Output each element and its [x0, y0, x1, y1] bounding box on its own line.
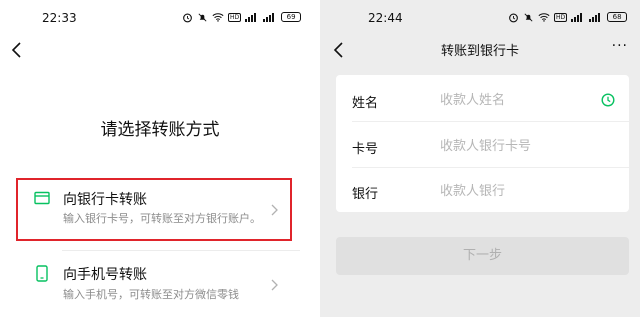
signal-icon	[245, 11, 259, 23]
page-title: 转账到银行卡	[440, 44, 519, 59]
alarm-icon	[182, 11, 193, 23]
option-description: 输入手机号，可转账至对方微信零钱	[63, 288, 239, 301]
option-mobile-transfer[interactable]: 向手机号转账 输入手机号，可转账至对方微信零钱	[18, 251, 290, 317]
field-label: 银行	[352, 187, 379, 202]
option-title: 向手机号转账	[63, 267, 147, 283]
signal-icon-2	[263, 11, 277, 23]
back-button[interactable]	[10, 40, 24, 60]
field-label: 姓名	[352, 96, 379, 111]
wifi-icon	[212, 11, 224, 23]
more-options-button[interactable]: ···	[612, 38, 628, 54]
chevron-right-icon	[270, 279, 278, 295]
alarm-icon	[508, 11, 519, 23]
status-time: 22:33	[42, 11, 77, 25]
bank-row: 银行	[336, 168, 629, 214]
card-number-row: 卡号	[336, 123, 629, 169]
battery-icon: 69	[281, 12, 302, 22]
divider	[352, 121, 629, 122]
highlight-annotation-box	[16, 178, 292, 241]
clock-history-icon[interactable]	[601, 92, 615, 111]
bank-input[interactable]	[440, 181, 590, 201]
bank-transfer-form: 姓名 卡号 银行	[336, 75, 629, 212]
mobile-phone-icon	[36, 265, 48, 286]
mute-bell-icon	[523, 11, 534, 23]
next-step-button[interactable]: 下一步	[336, 237, 629, 275]
transfer-to-bank-card-screen: 22:44 HD 68 转账到银行卡 ··· 姓名 收款人姓名 卡号 收款人银行…	[320, 0, 640, 317]
payee-name-input[interactable]	[440, 90, 590, 110]
battery-icon: 68	[607, 12, 628, 22]
signal-icon	[571, 11, 585, 23]
page-title: 请选择转账方式	[100, 120, 220, 140]
field-label: 卡号	[352, 142, 379, 157]
status-time: 22:44	[368, 11, 403, 25]
hd-badge: HD	[228, 12, 242, 22]
status-bar-icons: HD 69	[182, 11, 302, 23]
signal-icon-2	[589, 11, 603, 23]
wifi-icon	[538, 11, 550, 23]
status-bar-icons: HD 68	[508, 11, 628, 23]
name-row: 姓名	[336, 77, 629, 123]
screenshot-composite: 22:33 HD 69 请选择转账方式 向银行卡转账 输入银行卡号，可转账至对方…	[0, 0, 640, 317]
choose-transfer-method-screen: 22:33 HD 69 请选择转账方式 向银行卡转账 输入银行卡号，可转账至对方…	[0, 0, 320, 317]
card-number-input[interactable]	[440, 136, 590, 156]
hd-badge: HD	[554, 12, 568, 22]
mute-bell-icon	[197, 11, 208, 23]
